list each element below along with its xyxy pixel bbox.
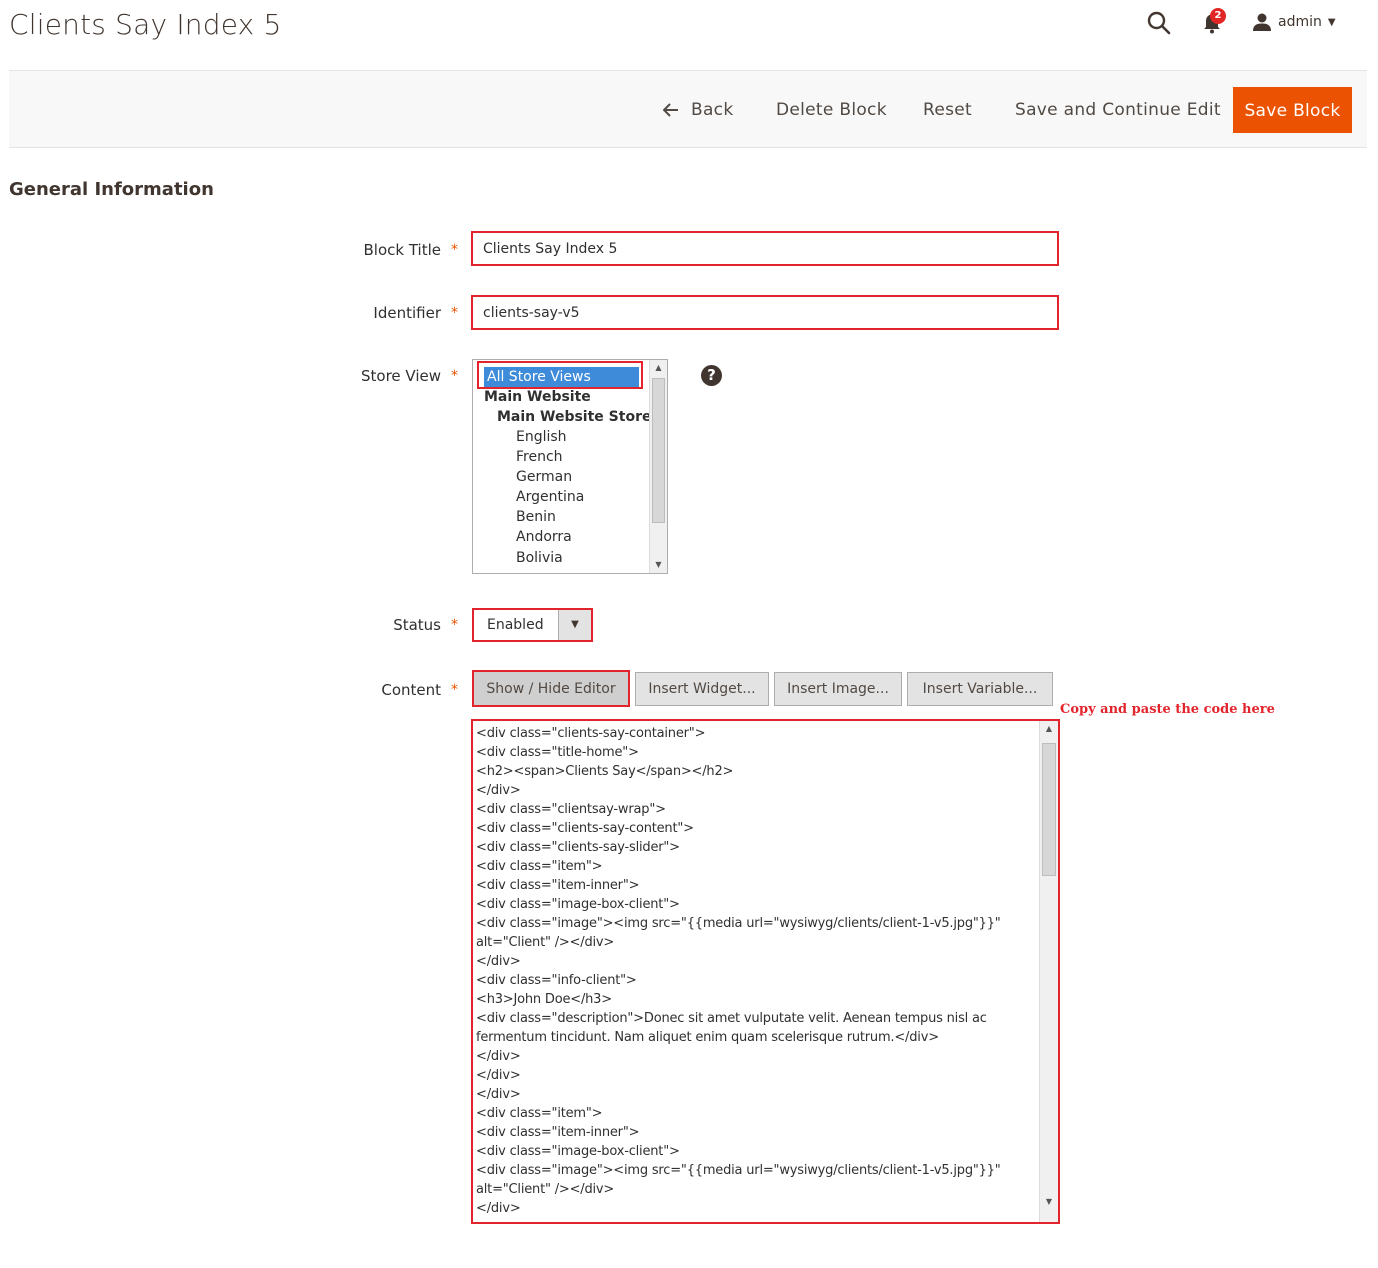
status-select[interactable]: Enabled ▼ (472, 608, 593, 642)
save-block-button[interactable]: Save Block (1233, 87, 1352, 133)
content-label: Content (381, 681, 441, 699)
page-actions-bar: Back Delete Block Reset Save and Continu… (9, 70, 1367, 148)
scrollbar-thumb[interactable] (1042, 743, 1056, 876)
user-name: admin (1278, 14, 1322, 30)
required-marker: * (451, 368, 458, 384)
chevron-down-icon: ▼ (1327, 16, 1336, 28)
show-hide-editor-button[interactable]: Show / Hide Editor (472, 670, 630, 707)
store-option-bolivia[interactable]: Bolivia (516, 548, 563, 568)
scrollbar-thumb[interactable] (652, 378, 665, 523)
store-option-french[interactable]: French (516, 447, 563, 467)
store-option-argentina[interactable]: Argentina (516, 487, 584, 507)
arrow-left-icon (663, 103, 678, 117)
notifications-button[interactable]: 2 (1200, 8, 1226, 36)
identifier-label: Identifier (373, 304, 441, 322)
notification-badge: 2 (1210, 8, 1226, 24)
block-title-label: Block Title (363, 241, 441, 259)
scroll-down-icon[interactable]: ▼ (1040, 1194, 1058, 1210)
scroll-up-icon[interactable]: ▲ (650, 360, 667, 376)
back-label: Back (691, 100, 734, 120)
required-marker: * (451, 682, 458, 698)
status-label: Status (393, 616, 441, 634)
content-textarea[interactable]: <div class="clients-say-container"> <div… (471, 719, 1060, 1224)
identifier-input[interactable] (471, 295, 1059, 330)
store-option-main-website-store[interactable]: Main Website Store (497, 407, 651, 427)
back-button[interactable]: Back (663, 87, 733, 133)
selected-store-highlight (477, 361, 643, 389)
store-option-andorra[interactable]: Andorra (516, 527, 572, 547)
save-and-continue-button[interactable]: Save and Continue Edit (1015, 87, 1221, 133)
insert-widget-button[interactable]: Insert Widget... (635, 672, 769, 706)
status-value: Enabled (487, 617, 544, 633)
user-menu[interactable]: admin ▼ (1252, 10, 1342, 34)
help-icon[interactable]: ? (701, 365, 722, 386)
store-option-benin[interactable]: Benin (516, 507, 556, 527)
store-view-multiselect[interactable]: All Store Views Main Website Main Websit… (472, 359, 668, 574)
page-title: Clients Say Index 5 (9, 8, 282, 41)
store-view-scrollbar[interactable]: ▲ ▼ (649, 360, 667, 573)
required-marker: * (451, 617, 458, 633)
scroll-up-icon[interactable]: ▲ (1040, 721, 1058, 737)
annotation-note: Copy and paste the code here (1060, 702, 1275, 717)
reset-button[interactable]: Reset (923, 87, 972, 133)
required-marker: * (451, 305, 458, 321)
scroll-down-icon[interactable]: ▼ (650, 557, 667, 573)
store-option-english[interactable]: English (516, 427, 567, 447)
content-code[interactable]: <div class="clients-say-container"> <div… (476, 724, 1041, 1218)
block-title-input[interactable] (471, 231, 1059, 266)
required-marker: * (451, 242, 458, 258)
delete-block-button[interactable]: Delete Block (776, 87, 887, 133)
insert-image-button[interactable]: Insert Image... (774, 672, 902, 706)
chevron-down-icon: ▼ (558, 610, 591, 640)
search-icon[interactable] (1146, 10, 1172, 36)
store-option-german[interactable]: German (516, 467, 572, 487)
insert-variable-button[interactable]: Insert Variable... (907, 672, 1053, 706)
content-scrollbar[interactable]: ▲ ▼ (1039, 721, 1058, 1222)
user-icon (1253, 13, 1271, 31)
store-view-label: Store View (360, 367, 441, 385)
section-title: General Information (9, 179, 214, 200)
store-option-main-website[interactable]: Main Website (484, 387, 591, 407)
